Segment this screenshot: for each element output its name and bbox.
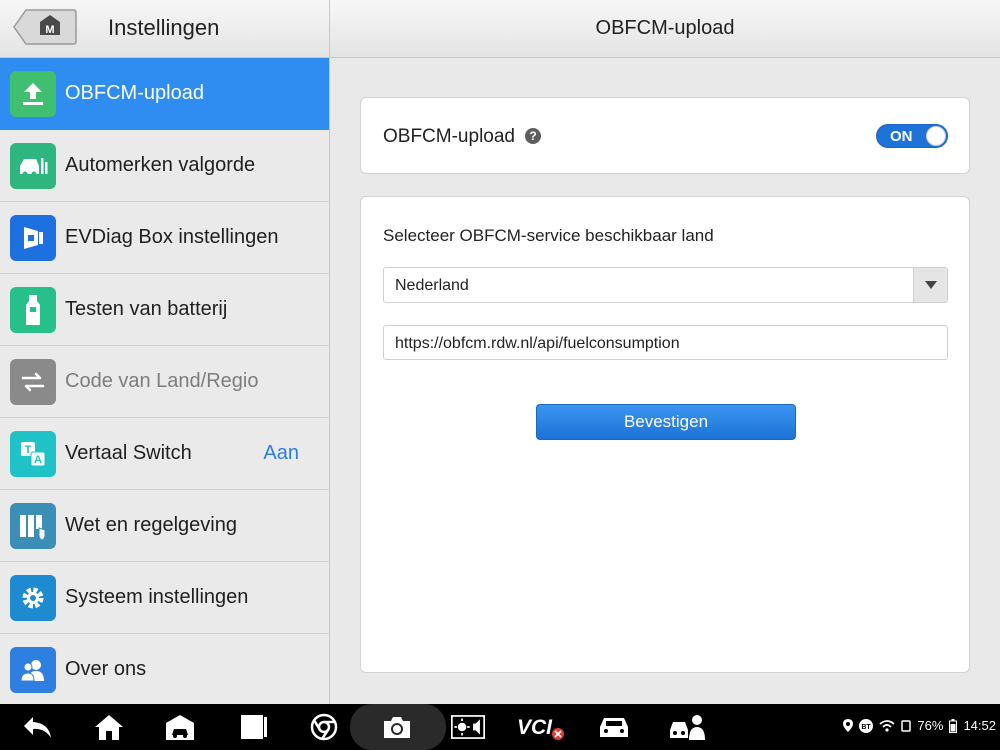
battery-level: 76% (917, 718, 944, 733)
svg-text:A: A (34, 454, 42, 466)
sidebar-item-label: Automerken valgorde (65, 154, 256, 176)
camera-icon[interactable] (380, 712, 414, 742)
sidebar-item-label: Over ons (65, 658, 147, 680)
url-field[interactable]: https://obfcm.rdw.nl/api/fuelconsumption (383, 325, 948, 360)
home-letter: M (45, 24, 54, 36)
upload-toggle[interactable]: ON (876, 124, 948, 148)
taskbar: VCI BT 76% 14:52 (0, 704, 1000, 750)
url-field-value: https://obfcm.rdw.nl/api/fuelconsumption (395, 335, 680, 352)
car-garage-icon[interactable] (163, 712, 197, 742)
sidebar-item-translate-switch[interactable]: T A Vertaal Switch Aan (0, 418, 329, 490)
vci-label: VCI (517, 716, 553, 739)
sidebar-item-automerken[interactable]: Automerken valgorde (0, 130, 329, 202)
back-icon[interactable] (20, 712, 54, 742)
evdiag-box-icon (10, 214, 56, 261)
page-title: Instellingen (108, 15, 220, 40)
people-icon (10, 646, 56, 693)
help-icon[interactable]: ? (525, 128, 541, 144)
confirm-button[interactable]: Bevestigen (536, 404, 796, 440)
mechanic-icon[interactable] (668, 712, 708, 742)
sidebar-item-law[interactable]: Wet en regelgeving (0, 490, 329, 562)
home-button[interactable]: M (12, 8, 78, 46)
sidebar-item-label: Systeem instellingen (65, 586, 249, 608)
header-left: M Instellingen (0, 0, 329, 58)
content-title: OBFCM-upload (330, 0, 1000, 58)
toggle-knob (926, 126, 946, 146)
status-bar: BT 76% 14:52 (843, 718, 996, 733)
sidebar-item-evdiag-box[interactable]: EVDiag Box instellingen (0, 202, 329, 274)
country-select-value: Nederland (395, 277, 469, 294)
car-icon[interactable] (597, 712, 631, 742)
translate-icon: T A (10, 430, 56, 477)
tablet-signal-icon (901, 719, 912, 732)
swap-arrows-icon (10, 358, 56, 405)
bluetooth-icon: BT (859, 718, 874, 733)
brightness-volume-icon[interactable] (451, 712, 485, 742)
upload-card: OBFCM-upload ? ON (360, 97, 970, 174)
country-label: Selecteer OBFCM-service beschikbaar land (383, 226, 714, 245)
battery-icon (949, 718, 958, 733)
sidebar: OBFCM-upload Automerken valgorde EVDiag … (0, 58, 329, 706)
bt-label: BT (862, 724, 872, 731)
recent-apps-icon[interactable] (236, 712, 270, 742)
law-books-icon (10, 502, 56, 549)
sidebar-item-label: Code van Land/Regio (65, 370, 259, 392)
upload-icon (10, 70, 56, 117)
home-m-icon: M (13, 9, 77, 45)
sidebar-item-country-code[interactable]: Code van Land/Regio (0, 346, 329, 418)
car-sort-icon (10, 142, 56, 189)
upload-label: OBFCM-upload (383, 126, 515, 147)
country-card: Selecteer OBFCM-service beschikbaar land… (360, 196, 970, 673)
sidebar-item-label: Vertaal Switch (65, 442, 192, 464)
sidebar-item-system-settings[interactable]: Systeem instellingen (0, 562, 329, 634)
country-select[interactable]: Nederland (383, 267, 948, 303)
translate-switch-value: Aan (263, 442, 299, 464)
sidebar-item-label: EVDiag Box instellingen (65, 226, 279, 248)
sidebar-item-obfcm-upload[interactable]: OBFCM-upload (0, 58, 329, 130)
vci-icon[interactable]: VCI (516, 712, 566, 742)
chevron-down-icon[interactable] (913, 268, 947, 302)
location-icon (843, 719, 854, 732)
toggle-state-text: ON (890, 128, 913, 145)
gear-icon (10, 574, 56, 621)
wifi-icon (879, 719, 896, 732)
sidebar-item-label: OBFCM-upload (65, 82, 204, 104)
sidebar-item-about-us[interactable]: Over ons (0, 634, 329, 706)
sidebar-item-label: Testen van batterij (65, 298, 228, 320)
sidebar-item-battery-test[interactable]: Testen van batterij (0, 274, 329, 346)
sidebar-item-label: Wet en regelgeving (65, 514, 237, 536)
battery-tester-icon (10, 286, 56, 333)
home-icon[interactable] (92, 712, 126, 742)
chrome-icon[interactable] (307, 712, 341, 742)
divider (329, 0, 330, 704)
clock: 14:52 (963, 718, 996, 733)
